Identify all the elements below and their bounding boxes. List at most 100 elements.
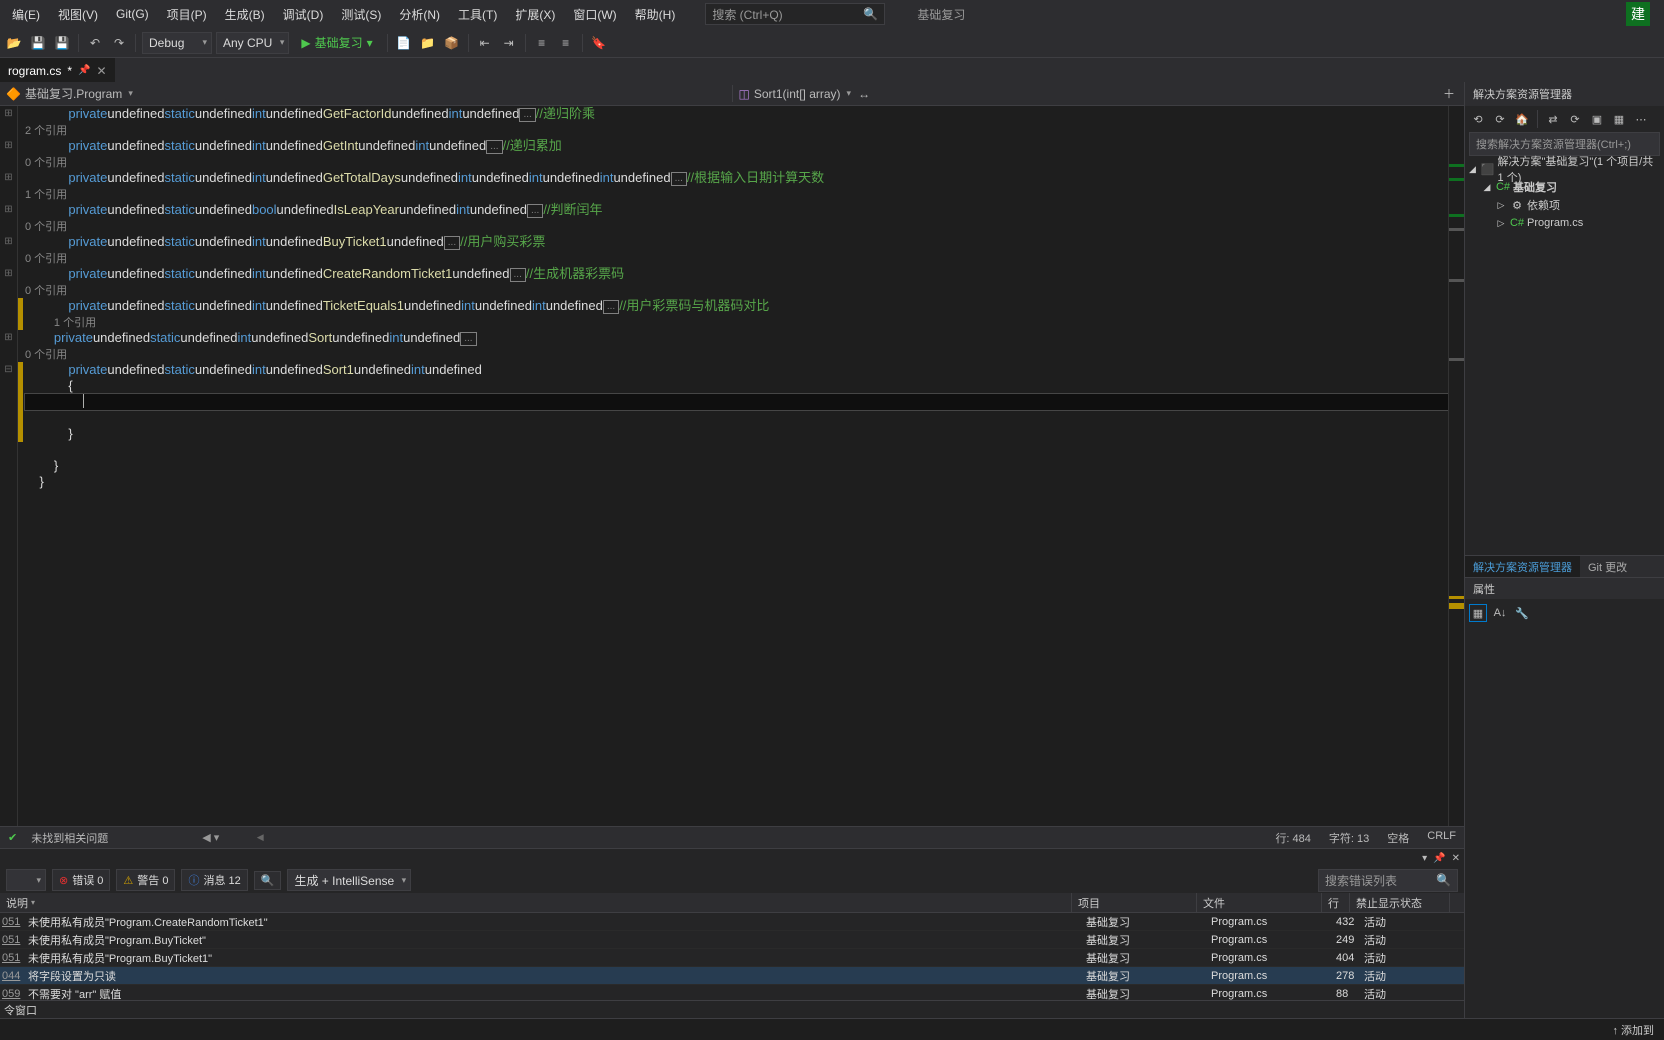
platform-dropdown[interactable]: Any CPU: [216, 32, 289, 54]
errors-filter[interactable]: ⊗错误 0: [52, 869, 110, 891]
indent-icon[interactable]: ⇥: [499, 33, 519, 53]
fold-toggle[interactable]: ⊞: [0, 106, 17, 122]
tab-solution-explorer[interactable]: 解决方案资源管理器: [1465, 556, 1580, 577]
header-project[interactable]: 项目: [1072, 893, 1197, 912]
collapse-icon[interactable]: ▣: [1588, 110, 1606, 128]
code-line[interactable]: privateundefinedstaticundefinedintundefi…: [25, 138, 1448, 154]
expand-icon[interactable]: ◢: [1481, 182, 1493, 193]
code-line[interactable]: [25, 394, 1448, 410]
bookmark-icon[interactable]: 🔖: [589, 33, 609, 53]
code-line[interactable]: 0 个引用: [25, 154, 1448, 170]
global-search-input[interactable]: 搜索 (Ctrl+Q) 🔍: [705, 3, 885, 25]
expand-icon[interactable]: ▷: [1495, 218, 1507, 229]
expand-icon[interactable]: ◢: [1467, 164, 1478, 175]
code-line[interactable]: }: [25, 426, 1448, 442]
code-line[interactable]: 0 个引用: [25, 282, 1448, 298]
file-node-program[interactable]: ▷ C# Program.cs: [1467, 214, 1662, 232]
back-icon[interactable]: ⟳: [1491, 110, 1509, 128]
fold-toggle[interactable]: ⊞: [0, 138, 17, 154]
user-avatar[interactable]: 建: [1626, 2, 1650, 26]
outdent-icon[interactable]: ⇤: [475, 33, 495, 53]
code-line[interactable]: privateundefinedstaticundefinedintundefi…: [25, 106, 1448, 122]
menu-extensions[interactable]: 扩展(X): [507, 2, 563, 27]
save-all-icon[interactable]: 💾: [52, 33, 72, 53]
split-editor-icon[interactable]: ＋: [1440, 85, 1458, 102]
undo-icon[interactable]: ↶: [85, 33, 105, 53]
config-dropdown[interactable]: Debug: [142, 32, 212, 54]
error-row[interactable]: 059不需要对 "arr" 赋值基础复习Program.cs88活动: [0, 985, 1464, 1000]
code-editor[interactable]: ⊞ ⊞ ⊞ ⊞ ⊞ ⊞ ⊞ ⊟ privateundefinedstaticundefined…: [0, 106, 1464, 826]
sync-icon[interactable]: ⇄: [1544, 110, 1562, 128]
code-line[interactable]: 0 个引用: [25, 346, 1448, 362]
code-line[interactable]: privateundefinedstaticundefinedintundefi…: [25, 330, 1448, 346]
fold-toggle[interactable]: ⊟: [0, 362, 17, 378]
error-row[interactable]: 051未使用私有成员"Program.BuyTicket"基础复习Program…: [0, 931, 1464, 949]
expand-icon[interactable]: ▷: [1495, 200, 1507, 211]
menu-debug[interactable]: 调试(D): [275, 2, 332, 27]
code-line[interactable]: 2 个引用: [25, 122, 1448, 138]
wrench-icon[interactable]: 🔧: [1513, 604, 1531, 622]
messages-filter[interactable]: ⓘ消息 12: [181, 869, 247, 891]
code-line[interactable]: }: [25, 458, 1448, 474]
panel-options-icon[interactable]: ▾: [1422, 853, 1427, 864]
error-row[interactable]: 051未使用私有成员"Program.BuyTicket1"基础复习Progra…: [0, 949, 1464, 967]
breadcrumb-nav-icon[interactable]: ↔: [855, 87, 873, 101]
open-file-icon[interactable]: 📂: [4, 33, 24, 53]
header-line[interactable]: 行: [1322, 893, 1350, 912]
breadcrumb-class[interactable]: 🔶 基础复习.Program ▾: [0, 85, 732, 102]
home-icon[interactable]: 🏠: [1513, 110, 1531, 128]
save-icon[interactable]: 💾: [28, 33, 48, 53]
menu-help[interactable]: 帮助(H): [627, 2, 684, 27]
comment-icon[interactable]: ≡: [532, 33, 552, 53]
menu-window[interactable]: 窗口(W): [565, 2, 624, 27]
solution-node[interactable]: ◢ ⬛ 解决方案"基础复习"(1 个项目/共 1 个): [1467, 160, 1662, 178]
menu-analyze[interactable]: 分析(N): [391, 2, 448, 27]
overview-ruler[interactable]: [1448, 106, 1464, 826]
new-item-icon[interactable]: 📄: [394, 33, 414, 53]
menu-build[interactable]: 生成(B): [217, 2, 273, 27]
start-debug-button[interactable]: ▶ 基础复习 ▾: [293, 34, 380, 51]
fold-toggle[interactable]: ⊞: [0, 266, 17, 282]
tab-git-changes[interactable]: Git 更改: [1580, 556, 1635, 577]
menu-tools[interactable]: 工具(T): [450, 2, 505, 27]
fold-toggle[interactable]: ⊞: [0, 202, 17, 218]
panel-pin-icon[interactable]: 📌: [1433, 853, 1445, 864]
code-line[interactable]: }: [25, 474, 1448, 490]
show-all-icon[interactable]: ▦: [1610, 110, 1628, 128]
scroll-left-icon[interactable]: ◀: [253, 832, 267, 843]
menu-edit[interactable]: 编(E): [4, 2, 48, 27]
menu-test[interactable]: 测试(S): [333, 2, 389, 27]
fold-toggle[interactable]: ⊞: [0, 234, 17, 250]
source-dropdown[interactable]: 生成 + IntelliSense: [287, 869, 411, 891]
folder-icon[interactable]: 📁: [418, 33, 438, 53]
fold-toggle[interactable]: ⊞: [0, 330, 17, 346]
breadcrumb-member[interactable]: ◫ Sort1(int[] array) ▾ ↔ ＋: [732, 85, 1465, 102]
issues-status[interactable]: 未找到相关问题: [31, 830, 108, 846]
code-line[interactable]: privateundefinedstaticundefinedintundefi…: [25, 298, 1448, 314]
code-line[interactable]: 1 个引用: [25, 186, 1448, 202]
error-row[interactable]: 051未使用私有成员"Program.CreateRandomTicket1"基…: [0, 913, 1464, 931]
code-line[interactable]: privateundefinedstaticundefinedintundefi…: [25, 362, 1448, 378]
menu-project[interactable]: 项目(P): [159, 2, 215, 27]
code-line[interactable]: privateundefinedstaticundefinedboolundef…: [25, 202, 1448, 218]
nav-icons[interactable]: ◀ ▾: [202, 831, 219, 844]
menu-git[interactable]: Git(G): [108, 3, 157, 25]
header-description[interactable]: 说明▾: [0, 893, 1072, 912]
build-filter[interactable]: 🔍: [254, 871, 282, 890]
error-row[interactable]: 044将字段设置为只读基础复习Program.cs278活动: [0, 967, 1464, 985]
panel-close-icon[interactable]: ✕: [1452, 853, 1460, 864]
alphabetical-icon[interactable]: A↓: [1491, 604, 1509, 622]
dependencies-node[interactable]: ▷ ⚙ 依赖项: [1467, 196, 1662, 214]
uncomment-icon[interactable]: ≡: [556, 33, 576, 53]
error-search-input[interactable]: 搜索错误列表🔍: [1318, 869, 1458, 892]
code-line[interactable]: 0 个引用: [25, 218, 1448, 234]
refresh-icon[interactable]: ⟳: [1566, 110, 1584, 128]
scope-dropdown[interactable]: [6, 869, 46, 891]
warnings-filter[interactable]: ⚠警告 0: [116, 869, 175, 891]
header-file[interactable]: 文件: [1197, 893, 1322, 912]
code-line[interactable]: 0 个引用: [25, 250, 1448, 266]
code-content[interactable]: privateundefinedstaticundefinedintundefi…: [23, 106, 1448, 826]
fold-toggle[interactable]: ⊞: [0, 170, 17, 186]
cursor-col[interactable]: 字符: 13: [1329, 830, 1369, 846]
eol-mode[interactable]: CRLF: [1427, 830, 1456, 846]
